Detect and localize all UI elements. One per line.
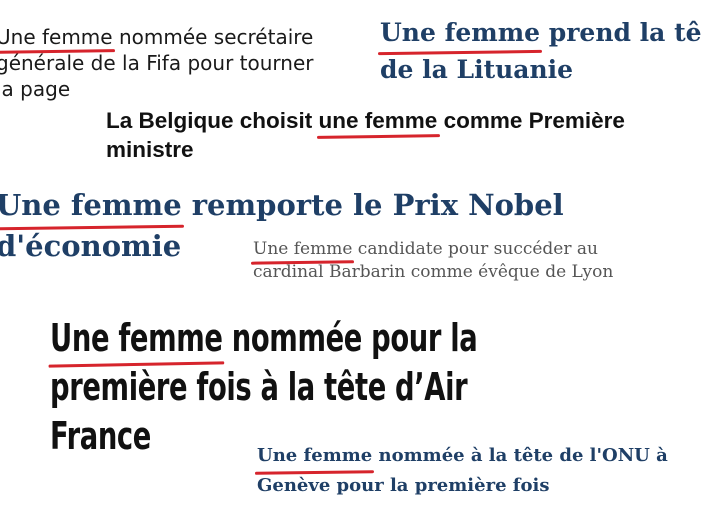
headline-lyon: Une femme candidate pour succéder au car… bbox=[253, 238, 613, 284]
headline-fifa: Une femme nommée secrétaire générale de … bbox=[0, 24, 313, 102]
headline-text: comme Première bbox=[437, 108, 625, 133]
headline-line: Une femme candidate pour succéder au bbox=[253, 238, 613, 261]
headline-line: La Belgique choisit une femme comme Prem… bbox=[106, 106, 625, 135]
headline-text: candidate pour succéder au bbox=[352, 239, 598, 259]
headline-line: cardinal Barbarin comme évêque de Lyon bbox=[253, 262, 614, 282]
highlighted-phrase: Une femme bbox=[380, 14, 540, 51]
headline-text: nommée à la tête de l'ONU à bbox=[372, 445, 668, 466]
headline-line: générale de la Fifa pour tourner bbox=[0, 51, 314, 75]
highlighted-phrase: une femme bbox=[318, 108, 438, 133]
headline-air-france: Une femme nommée pour la première fois à… bbox=[50, 314, 478, 461]
headline-text: nommée secrétaire bbox=[112, 25, 314, 49]
headline-lituanie: Une femme prend la tête de la Lituanie bbox=[380, 14, 701, 88]
headline-line: Une femme prend la tête bbox=[380, 14, 701, 51]
headline-text: prend la tête bbox=[548, 18, 701, 47]
headline-line: Une femme nommée à la tête de l'ONU à bbox=[257, 441, 668, 471]
highlighted-phrase: Une femme bbox=[0, 24, 113, 50]
headline-line: Genève pour la première fois bbox=[257, 475, 550, 496]
headline-onu: Une femme nommée à la tête de l'ONU à Ge… bbox=[257, 441, 668, 501]
highlighted-phrase: Une femme bbox=[0, 185, 182, 226]
highlighted-phrase: Une femme bbox=[257, 441, 372, 471]
headline-text: nommée pour la bbox=[222, 316, 478, 360]
headline-text: La Belgique choisit bbox=[106, 108, 319, 133]
headline-line: Une femme remporte le Prix Nobel bbox=[0, 185, 564, 226]
highlighted-phrase: Une femme bbox=[50, 314, 223, 363]
headline-line: la page bbox=[0, 77, 71, 101]
headline-line: ministre bbox=[106, 137, 194, 162]
highlighted-phrase: Une femme bbox=[253, 239, 353, 259]
headline-line: première fois à la tête d’Air bbox=[50, 365, 468, 409]
headline-line: Une femme nommée pour la bbox=[50, 314, 478, 363]
headline-text: remporte le Prix Nobel bbox=[181, 188, 564, 222]
headline-belgique: La Belgique choisit une femme comme Prem… bbox=[106, 106, 625, 164]
headline-line: Une femme nommée secrétaire bbox=[0, 24, 313, 50]
headline-line: de la Lituanie bbox=[380, 55, 574, 84]
